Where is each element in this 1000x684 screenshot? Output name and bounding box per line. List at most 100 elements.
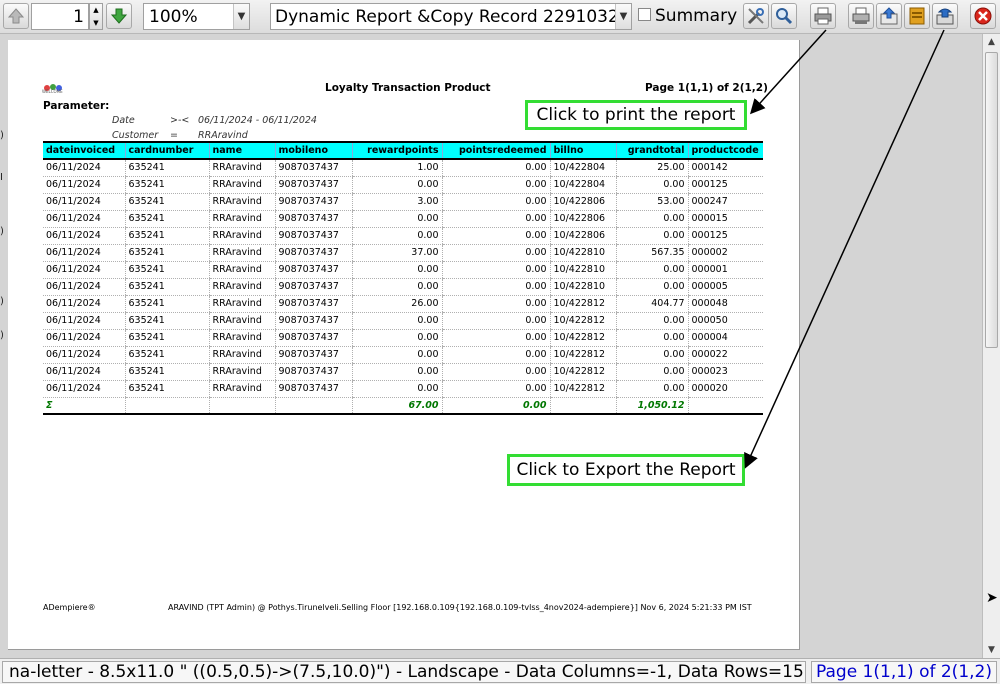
scrollbar-thumb[interactable] [985,52,998,348]
table-row: 06/11/2024 635241 RRAravind 9087037437 0.00 0… [43,380,763,398]
column-header[interactable]: rewardpoints [351,141,442,160]
table-cell: 06/11/2024 [43,346,125,364]
table-cell: 06/11/2024 [43,278,125,296]
table-cell: 10/422812 [549,312,616,330]
column-header[interactable]: cardnumber [124,141,209,160]
table-cell: RRAravind [208,346,275,364]
scroll-down-icon[interactable]: ▼ [983,642,1000,658]
table-cell: 0.00 [351,312,442,330]
table-cell: 0.00 [441,227,550,245]
total-cell: 0.00 [441,397,550,415]
table-cell: 0.00 [351,210,442,228]
export-callout-text: Click to Export the Report [516,460,736,480]
customize-button[interactable] [743,3,769,29]
column-header[interactable]: productcode [687,141,763,160]
column-header[interactable]: mobileno [274,141,352,160]
table-cell: 000002 [687,244,763,262]
report-select[interactable]: Dynamic Report &Copy Record 2291032 ▼ [270,3,632,30]
table-cell: 06/11/2024 [43,244,125,262]
table-cell: 06/11/2024 [43,363,125,381]
previous-page-button[interactable] [3,3,29,29]
table-cell: 0.00 [615,261,688,279]
next-page-button[interactable] [106,3,132,29]
table-cell: 10/422806 [549,193,616,211]
margin-mark: ) [0,130,4,141]
close-button[interactable] [970,3,996,29]
table-cell: 0.00 [351,329,442,347]
report-button[interactable] [904,3,930,29]
table-cell: 000005 [687,278,763,296]
table-cell: 10/422812 [549,380,616,398]
table-cell: 26.00 [351,295,442,313]
table-cell: 0.00 [615,210,688,228]
status-right-text: Page 1(1,1) of 2(1,2) [816,662,992,682]
zoom-select[interactable]: 100% ▼ [143,3,250,30]
table-row: 06/11/2024 635241 RRAravind 9087037437 0.00 0… [43,312,763,330]
table-cell: 635241 [124,363,209,381]
table-cell: 0.00 [441,244,550,262]
table-cell: 0.00 [615,278,688,296]
table-cell: 10/422806 [549,227,616,245]
print-preview-icon [852,7,870,24]
export-button[interactable] [932,3,958,29]
page-number-value: 1 [73,6,84,27]
table-cell: RRAravind [208,329,275,347]
find-button[interactable] [771,3,797,29]
table-cell: 567.35 [615,244,688,262]
table-row: 06/11/2024 635241 RRAravind 9087037437 0.00 0… [43,227,763,245]
table-cell: 635241 [124,380,209,398]
column-header[interactable]: billno [549,141,616,160]
table-cell: 9087037437 [274,363,352,381]
report-preview-area[interactable]: ) I ) ) ) WELCOME Loyalty Transaction Pr… [0,34,982,658]
table-cell: 000050 [687,312,763,330]
summary-checkbox[interactable] [638,8,651,21]
total-cell [124,397,209,415]
column-header[interactable]: name [208,141,275,160]
status-page-indicator[interactable]: Page 1(1,1) of 2(1,2) [811,661,997,683]
table-cell: 000048 [687,295,763,313]
table-cell: 635241 [124,278,209,296]
table-cell: 000247 [687,193,763,211]
footer-left: ADempiere® [43,603,96,612]
table-cell: 53.00 [615,193,688,211]
table-cell: 0.00 [615,227,688,245]
table-cell: 9087037437 [274,278,352,296]
table-cell: RRAravind [208,261,275,279]
table-cell: 10/422806 [549,210,616,228]
table-cell: 10/422804 [549,176,616,194]
column-header[interactable]: pointsredeemed [441,141,550,160]
table-cell: RRAravind [208,244,275,262]
page-spinner[interactable]: ▲ ▼ [89,3,103,30]
print-button[interactable] [810,3,836,29]
print-preview-button[interactable] [848,3,874,29]
table-header-row: dateinvoiced cardnumber name mobileno re… [43,141,763,160]
table-cell: 000023 [687,363,763,381]
report-page: WELCOME Loyalty Transaction Product Page… [8,40,800,650]
table-cell: 9087037437 [274,159,352,177]
table-cell: 000004 [687,329,763,347]
table-cell: 06/11/2024 [43,193,125,211]
print-callout: Click to print the report [525,100,747,130]
table-cell: 000001 [687,261,763,279]
find-icon [776,8,793,25]
table-cell: 0.00 [615,312,688,330]
param-operator: >-< [170,115,190,126]
toolbar: 1 ▲ ▼ 100% ▼ Dynamic Report &Copy Record … [0,0,1000,34]
column-header[interactable]: grandtotal [615,141,688,160]
logo-caption: WELCOME [42,89,63,94]
column-header[interactable]: dateinvoiced [43,141,125,160]
report-select-value: Dynamic Report &Copy Record 2291032 [275,6,619,27]
footer-right: ARAVIND (TPT Admin) @ Pothys.Tirunelveli… [168,603,752,612]
table-cell: 06/11/2024 [43,159,125,177]
table-cell: 9087037437 [274,380,352,398]
table-cell: 635241 [124,261,209,279]
table-cell: 9087037437 [274,346,352,364]
table-cell: 0.00 [615,329,688,347]
table-cell: 635241 [124,295,209,313]
table-cell: 9087037437 [274,329,352,347]
scroll-up-icon[interactable]: ▲ [983,34,1000,50]
vertical-scrollbar[interactable]: ▲ ▼ [982,34,1000,658]
table-cell: 0.00 [441,346,550,364]
page-number-field[interactable]: 1 [31,3,89,30]
archive-button[interactable] [876,3,902,29]
